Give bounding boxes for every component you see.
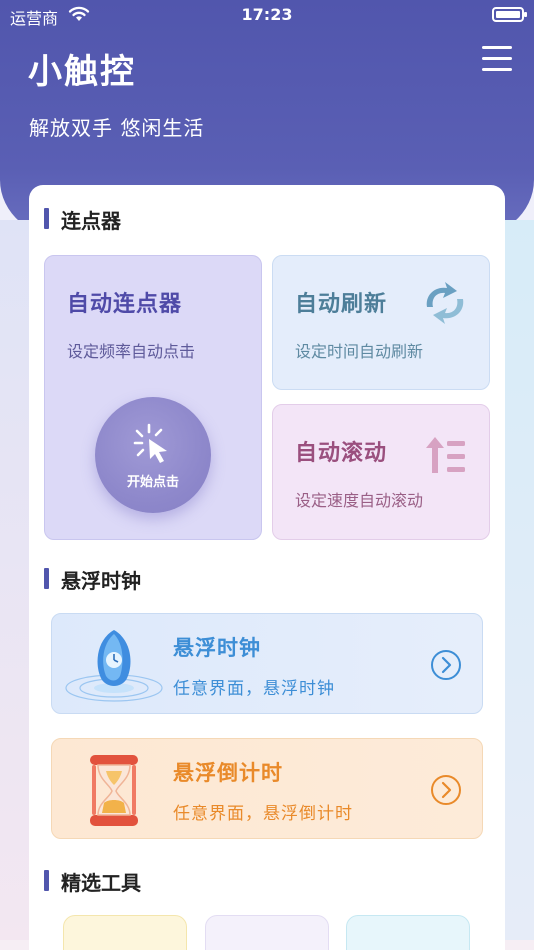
refresh-icon	[426, 282, 464, 324]
auto-scroll-tile[interactable]: 自动滚动 设定速度自动滚动	[272, 404, 490, 540]
auto-refresh-tile[interactable]: 自动刷新 设定时间自动刷新	[272, 255, 490, 390]
auto-clicker-desc: 设定频率自动点击	[67, 342, 196, 361]
auto-scroll-title: 自动滚动	[295, 441, 388, 466]
floating-countdown-title: 悬浮倒计时	[173, 761, 283, 785]
section-title-tools: 精选工具	[44, 867, 141, 896]
start-click-button[interactable]: 开始点击	[95, 397, 211, 513]
section-title-floating-clock: 悬浮时钟	[44, 565, 141, 594]
battery-icon	[492, 7, 527, 22]
hourglass-icon	[90, 755, 138, 826]
chevron-right-circle-icon[interactable]	[430, 774, 462, 806]
tool-card[interactable]	[205, 915, 329, 950]
auto-refresh-title: 自动刷新	[295, 292, 388, 317]
app-subtitle: 解放双手 悠闲生活	[29, 116, 205, 140]
tool-card[interactable]	[346, 915, 470, 950]
scroll-up-icon	[426, 437, 465, 473]
floating-clock-desc: 任意界面，悬浮时钟	[173, 679, 335, 699]
floating-countdown-desc: 任意界面，悬浮倒计时	[173, 804, 353, 824]
floating-countdown-card[interactable]: 悬浮倒计时 任意界面，悬浮倒计时	[51, 738, 483, 839]
status-time: 17:23	[241, 5, 293, 24]
crystal-clock-icon	[65, 630, 163, 702]
floating-clock-title: 悬浮时钟	[173, 636, 261, 660]
auto-scroll-desc: 设定速度自动滚动	[295, 491, 424, 510]
section-title-clicker: 连点器	[44, 205, 121, 234]
start-click-label: 开始点击	[126, 475, 179, 490]
status-bar: 运营商 17:23	[0, 0, 534, 30]
menu-icon[interactable]	[482, 46, 512, 72]
app-title: 小触控	[28, 52, 136, 92]
chevron-right-circle-icon[interactable]	[430, 649, 462, 681]
floating-clock-card[interactable]: 悬浮时钟 任意界面，悬浮时钟	[51, 613, 483, 714]
cursor-click-icon	[133, 423, 167, 463]
tool-card[interactable]	[63, 915, 187, 950]
auto-refresh-desc: 设定时间自动刷新	[295, 342, 424, 361]
auto-clicker-title: 自动连点器	[67, 292, 183, 317]
